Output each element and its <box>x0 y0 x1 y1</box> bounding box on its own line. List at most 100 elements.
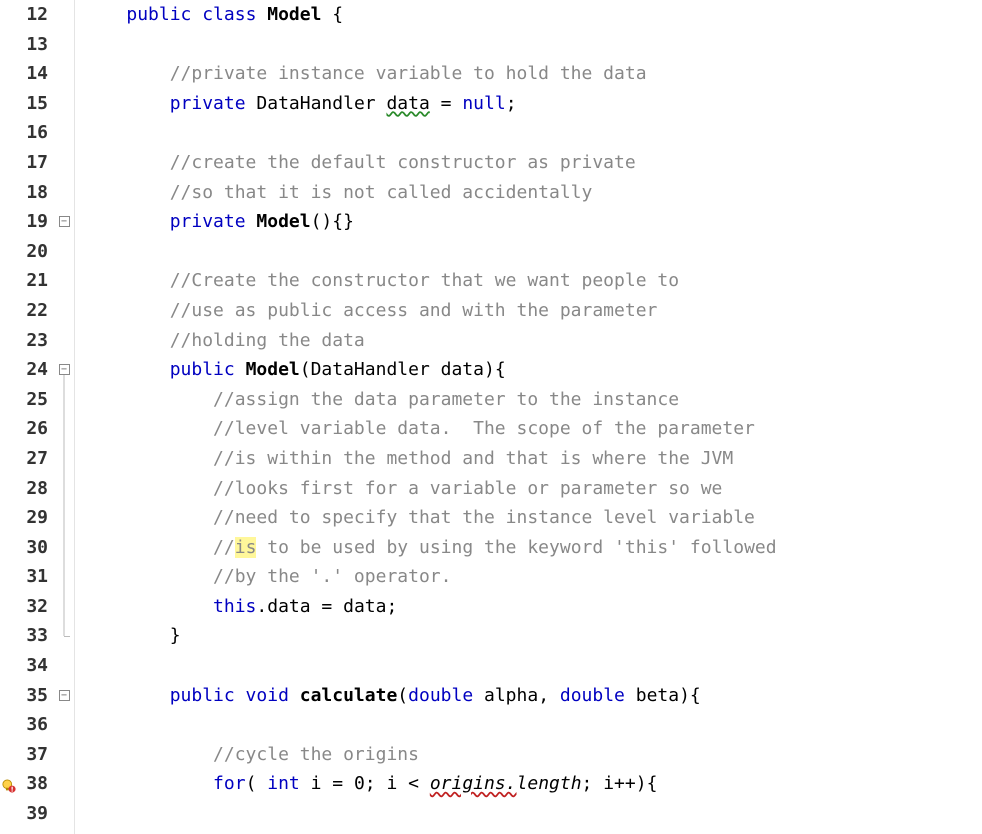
code-line[interactable]: //is to be used by using the keyword 'th… <box>75 533 982 563</box>
line-number[interactable]: 34 <box>18 651 54 681</box>
code-token: //is within the method and that is where… <box>213 448 733 469</box>
gutter-icon-cell <box>0 59 18 89</box>
fold-toggle-icon[interactable]: − <box>59 364 70 375</box>
code-line[interactable]: public class Model { <box>75 0 982 30</box>
fold-cell <box>54 148 74 178</box>
line-number[interactable]: 14 <box>18 59 54 89</box>
code-token: this <box>213 596 256 617</box>
code-line[interactable] <box>75 710 982 740</box>
code-editor[interactable]: 1213141516171819202122232425262728293031… <box>0 0 982 834</box>
code-token: for <box>213 773 246 794</box>
line-number[interactable]: 15 <box>18 89 54 119</box>
code-line[interactable]: //create the default constructor as priv… <box>75 148 982 178</box>
gutter: 1213141516171819202122232425262728293031… <box>0 0 75 834</box>
code-token <box>83 63 170 84</box>
line-number[interactable]: 27 <box>18 444 54 474</box>
line-number[interactable]: 31 <box>18 562 54 592</box>
code-area[interactable]: public class Model { //private instance … <box>75 0 982 834</box>
code-token <box>83 359 170 380</box>
fold-cell <box>54 799 74 829</box>
code-line[interactable]: //holding the data <box>75 326 982 356</box>
line-number[interactable]: 33 <box>18 621 54 651</box>
code-line[interactable]: //cycle the origins <box>75 740 982 770</box>
code-token: double <box>560 685 625 706</box>
line-number[interactable]: 17 <box>18 148 54 178</box>
code-line[interactable]: //need to specify that the instance leve… <box>75 503 982 533</box>
line-number[interactable]: 32 <box>18 592 54 622</box>
code-line[interactable]: this.data = data; <box>75 592 982 622</box>
code-line[interactable]: public void calculate(double alpha, doub… <box>75 681 982 711</box>
line-number[interactable]: 12 <box>18 0 54 30</box>
fold-cell <box>54 30 74 60</box>
line-number[interactable]: 13 <box>18 30 54 60</box>
line-number[interactable]: 35 <box>18 681 54 711</box>
code-line[interactable]: //level variable data. The scope of the … <box>75 414 982 444</box>
line-number[interactable]: 22 <box>18 296 54 326</box>
code-line[interactable]: private DataHandler data = null; <box>75 89 982 119</box>
gutter-icon-cell <box>0 178 18 208</box>
code-token <box>83 773 213 794</box>
code-line[interactable]: private Model(){} <box>75 207 982 237</box>
code-token: calculate <box>300 685 398 706</box>
gutter-icon-cell <box>0 355 18 385</box>
lightbulb-error-icon[interactable] <box>2 777 16 791</box>
fold-cell <box>54 237 74 267</box>
code-line[interactable] <box>75 799 982 829</box>
line-number[interactable]: 21 <box>18 266 54 296</box>
line-number[interactable]: 20 <box>18 237 54 267</box>
fold-cell <box>54 326 74 356</box>
line-number[interactable]: 18 <box>18 178 54 208</box>
code-token: { <box>321 4 343 25</box>
code-token: .data = data; <box>256 596 397 617</box>
code-line[interactable]: //looks first for a variable or paramete… <box>75 474 982 504</box>
code-token <box>83 418 213 439</box>
code-line[interactable]: //is within the method and that is where… <box>75 444 982 474</box>
code-token: Model <box>256 211 310 232</box>
gutter-icon-cell <box>0 651 18 681</box>
code-line[interactable] <box>75 118 982 148</box>
code-line[interactable] <box>75 237 982 267</box>
code-token: (){} <box>311 211 354 232</box>
code-line[interactable]: //Create the constructor that we want pe… <box>75 266 982 296</box>
code-line[interactable]: //assign the data parameter to the insta… <box>75 385 982 415</box>
fold-cell <box>54 651 74 681</box>
code-token: // <box>213 537 235 558</box>
line-number[interactable]: 28 <box>18 474 54 504</box>
line-number[interactable]: 19 <box>18 207 54 237</box>
fold-cell: − <box>54 681 74 711</box>
code-token: alpha, <box>473 685 560 706</box>
line-number[interactable]: 25 <box>18 385 54 415</box>
gutter-icon-cell <box>0 621 18 651</box>
fold-cell: − <box>54 355 74 385</box>
code-token <box>83 211 170 232</box>
fold-cell <box>54 444 74 474</box>
line-number[interactable]: 37 <box>18 740 54 770</box>
fold-cell <box>54 592 74 622</box>
line-number[interactable]: 24 <box>18 355 54 385</box>
code-line[interactable]: //by the '.' operator. <box>75 562 982 592</box>
line-number[interactable]: 39 <box>18 799 54 829</box>
line-number[interactable]: 36 <box>18 710 54 740</box>
code-line[interactable]: } <box>75 621 982 651</box>
code-line[interactable]: public Model(DataHandler data){ <box>75 355 982 385</box>
line-number[interactable]: 38 <box>18 769 54 799</box>
gutter-icon-cell <box>0 89 18 119</box>
gutter-icon-cell <box>0 385 18 415</box>
line-number[interactable]: 16 <box>18 118 54 148</box>
code-line[interactable]: //use as public access and with the para… <box>75 296 982 326</box>
code-line[interactable]: //private instance variable to hold the … <box>75 59 982 89</box>
line-number[interactable]: 29 <box>18 503 54 533</box>
code-line[interactable]: for( int i = 0; i < origins.length; i++)… <box>75 769 982 799</box>
code-token <box>83 389 213 410</box>
line-number[interactable]: 26 <box>18 414 54 444</box>
line-number[interactable]: 30 <box>18 533 54 563</box>
line-number-column: 1213141516171819202122232425262728293031… <box>18 0 54 829</box>
code-token: //Create the constructor that we want pe… <box>170 270 679 291</box>
line-number[interactable]: 23 <box>18 326 54 356</box>
gutter-icon-cell <box>0 503 18 533</box>
code-line[interactable]: //so that it is not called accidentally <box>75 178 982 208</box>
code-line[interactable] <box>75 30 982 60</box>
fold-toggle-icon[interactable]: − <box>59 216 70 227</box>
fold-toggle-icon[interactable]: − <box>59 690 70 701</box>
code-line[interactable] <box>75 651 982 681</box>
